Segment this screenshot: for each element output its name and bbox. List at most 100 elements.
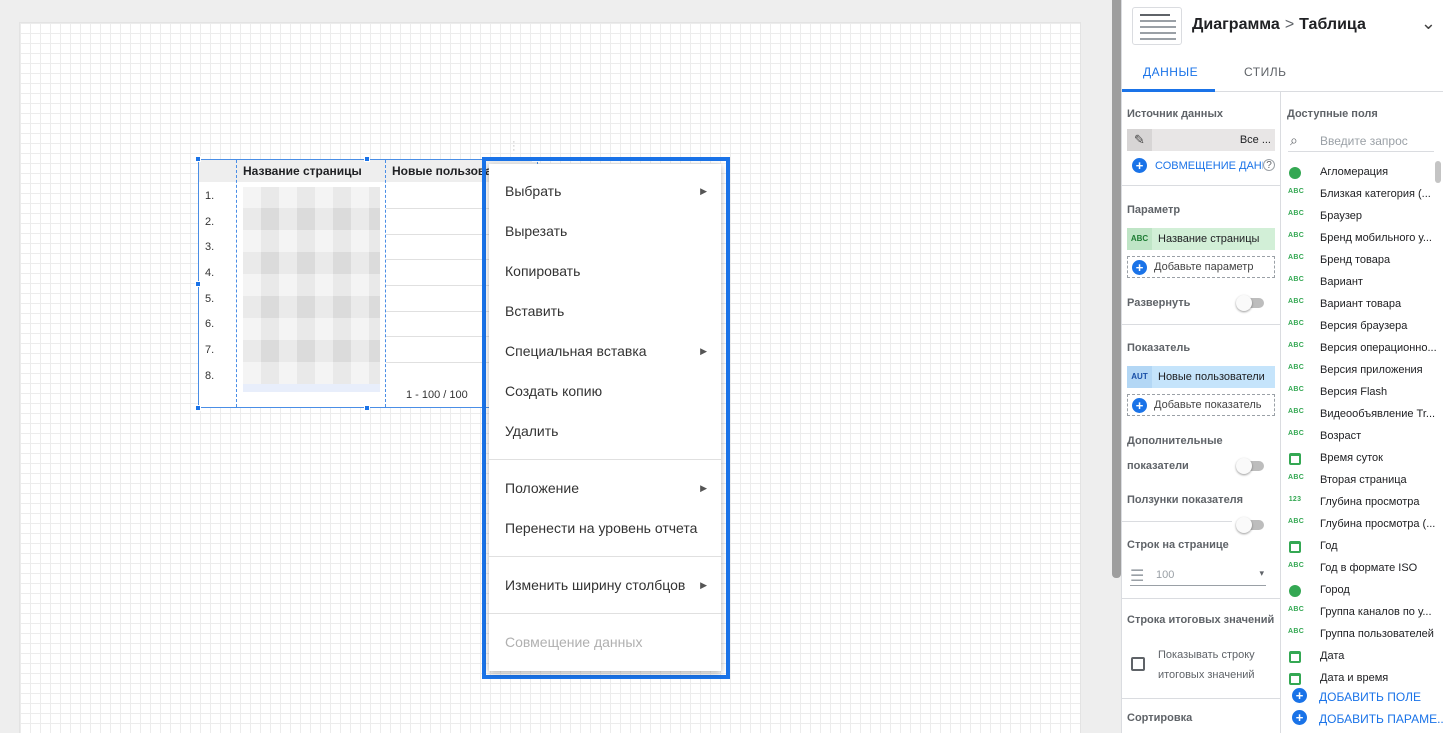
resize-handle[interactable] (195, 156, 201, 162)
field-item[interactable]: ABC Глубина просмотра (... (1288, 514, 1438, 536)
field-label: Год в формате ISO (1320, 562, 1418, 574)
row-number: 8. (205, 370, 215, 382)
dimension-chip[interactable]: ABC Название страницы (1127, 228, 1275, 250)
section-divider (1122, 698, 1281, 699)
panel-tabs: ДАННЫЕ СТИЛЬ (1122, 52, 1443, 92)
search-input[interactable]: Введите запрос (1320, 134, 1408, 148)
text-type-icon: ABC (1288, 474, 1305, 481)
field-item[interactable]: ABC Бренд товара (1288, 250, 1438, 272)
section-divider (1122, 521, 1232, 522)
menu-item-resize-columns[interactable]: Изменить ширину столбцов ▶ (489, 565, 721, 605)
show-summary-checkbox[interactable] (1131, 657, 1145, 671)
field-item[interactable]: Дата (1288, 646, 1438, 668)
field-item[interactable]: ABC Год в формате ISO (1288, 558, 1438, 580)
add-field-button[interactable]: ДОБАВИТЬ ПОЛЕ (1319, 690, 1421, 704)
field-item[interactable]: ABC Браузер (1288, 206, 1438, 228)
field-item[interactable]: ABC Версия браузера (1288, 316, 1438, 338)
add-dimension-button[interactable]: + Добавьте параметр (1127, 256, 1275, 278)
data-source-chip[interactable]: ✎ Все ... (1127, 129, 1275, 151)
tab-style[interactable]: СТИЛЬ (1244, 65, 1286, 79)
blurred-cell-footer (243, 384, 380, 392)
metric-sliders-toggle[interactable] (1236, 517, 1264, 533)
field-label: Версия приложения (1320, 364, 1423, 376)
chevron-down-icon[interactable]: ⌄ (1421, 13, 1436, 34)
add-icon[interactable]: + (1132, 158, 1147, 173)
field-label: Браузер (1320, 210, 1362, 222)
menu-item-paste[interactable]: Вставить (489, 291, 721, 331)
rows-per-page-select[interactable]: ☰ 100 ▾ (1130, 564, 1266, 586)
field-item[interactable]: Город (1288, 580, 1438, 602)
menu-item-delete[interactable]: Удалить (489, 411, 721, 451)
field-item[interactable]: ABC Версия Flash (1288, 382, 1438, 404)
field-label: Город (1320, 584, 1350, 596)
menu-item-make-report-level[interactable]: Перенести на уровень отчета (489, 508, 721, 548)
field-label: Бренд мобильного у... (1320, 232, 1432, 244)
help-icon[interactable]: ? (1263, 159, 1275, 171)
field-item[interactable]: Агломерация (1288, 162, 1438, 184)
menu-item-copy[interactable]: Копировать (489, 251, 721, 291)
field-item[interactable]: ABC Видеообъявление Tr... (1288, 404, 1438, 426)
resize-handle[interactable] (195, 281, 201, 287)
add-parameter-button[interactable]: ДОБАВИТЬ ПАРАМЕ... (1319, 712, 1443, 726)
field-item[interactable]: ABC Вариант товара (1288, 294, 1438, 316)
canvas-scrollbar[interactable] (1112, 0, 1121, 578)
menu-item-cut[interactable]: Вырезать (489, 211, 721, 251)
pencil-icon[interactable]: ✎ (1127, 129, 1152, 151)
breadcrumb-current: Таблица (1299, 16, 1366, 33)
drill-down-toggle[interactable] (1236, 295, 1264, 311)
field-item[interactable]: Дата и время (1288, 668, 1438, 690)
text-type-icon: ABC (1288, 342, 1305, 349)
row-number: 1. (205, 190, 215, 202)
field-label: Версия Flash (1320, 386, 1388, 398)
resize-handle[interactable] (195, 405, 201, 411)
table-chart-icon[interactable] (1132, 7, 1182, 45)
globe-icon (1289, 167, 1301, 179)
menu-item-paste-special[interactable]: Специальная вставка ▶ (489, 331, 721, 371)
field-item[interactable]: ABC Версия операционно... (1288, 338, 1438, 360)
text-type-icon: ABC (1288, 320, 1305, 327)
submenu-arrow-icon: ▶ (700, 483, 707, 493)
row-number: 2. (205, 216, 215, 228)
tab-data[interactable]: ДАННЫЕ (1143, 65, 1198, 79)
menu-item-position[interactable]: Положение ▶ (489, 468, 721, 508)
add-icon[interactable]: + (1292, 710, 1307, 725)
add-metric-button[interactable]: + Добавьте показатель (1127, 394, 1275, 416)
field-item[interactable]: ABC Вариант (1288, 272, 1438, 294)
optional-metrics-toggle[interactable] (1236, 458, 1264, 474)
blend-data-link[interactable]: СОВМЕЩЕНИЕ ДАННЫХ (1155, 160, 1263, 172)
field-item[interactable]: ABC Версия приложения (1288, 360, 1438, 382)
menu-item-duplicate[interactable]: Создать копию (489, 371, 721, 411)
column-header-page-title[interactable]: Название страницы (243, 164, 362, 178)
field-item[interactable]: ABC Группа пользователей (1288, 624, 1438, 646)
metric-chip[interactable]: AUT Новые пользователи (1127, 366, 1275, 388)
field-search[interactable]: ⌕ Введите запрос (1288, 130, 1434, 152)
available-fields-column: Доступные поля ⌕ Введите запрос Агломера… (1282, 92, 1443, 733)
column-header-new-users[interactable]: Новые пользова (392, 164, 492, 178)
field-item[interactable]: ABC Возраст (1288, 426, 1438, 448)
search-icon: ⌕ (1290, 132, 1298, 148)
globe-icon (1289, 585, 1301, 597)
field-item[interactable]: ABC Группа каналов по у... (1288, 602, 1438, 624)
optional-metrics-label-2: показатели (1127, 460, 1189, 472)
menu-item-blend-data: Совмещение данных (505, 634, 643, 650)
dropdown-arrow-icon: ▾ (1259, 568, 1264, 578)
resize-handle[interactable] (364, 156, 370, 162)
field-item[interactable]: Время суток (1288, 448, 1438, 470)
summary-row-label: Строка итоговых значений (1127, 614, 1275, 626)
field-item[interactable]: ABC Близкая категория (... (1288, 184, 1438, 206)
field-item[interactable]: ABC Вторая страница (1288, 470, 1438, 492)
field-item[interactable]: 123 Глубина просмотра (1288, 492, 1438, 514)
resize-handle[interactable] (364, 405, 370, 411)
number-type-icon: 123 (1288, 496, 1302, 503)
field-label: Дата и время (1320, 672, 1389, 684)
available-fields-label: Доступные поля (1287, 108, 1378, 120)
field-item[interactable]: ABC Бренд мобильного у... (1288, 228, 1438, 250)
field-item[interactable]: Год (1288, 536, 1438, 558)
submenu-arrow-icon: ▶ (700, 186, 707, 196)
submenu-arrow-icon: ▶ (700, 346, 707, 356)
menu-item-select[interactable]: Выбрать ▶ (489, 171, 721, 211)
add-icon[interactable]: + (1292, 688, 1307, 703)
context-menu: Выбрать ▶ Вырезать Копировать Вставить Сп… (489, 164, 721, 671)
drag-handle-icon[interactable]: · · · (512, 137, 516, 156)
data-source-label: Источник данных (1127, 108, 1223, 120)
